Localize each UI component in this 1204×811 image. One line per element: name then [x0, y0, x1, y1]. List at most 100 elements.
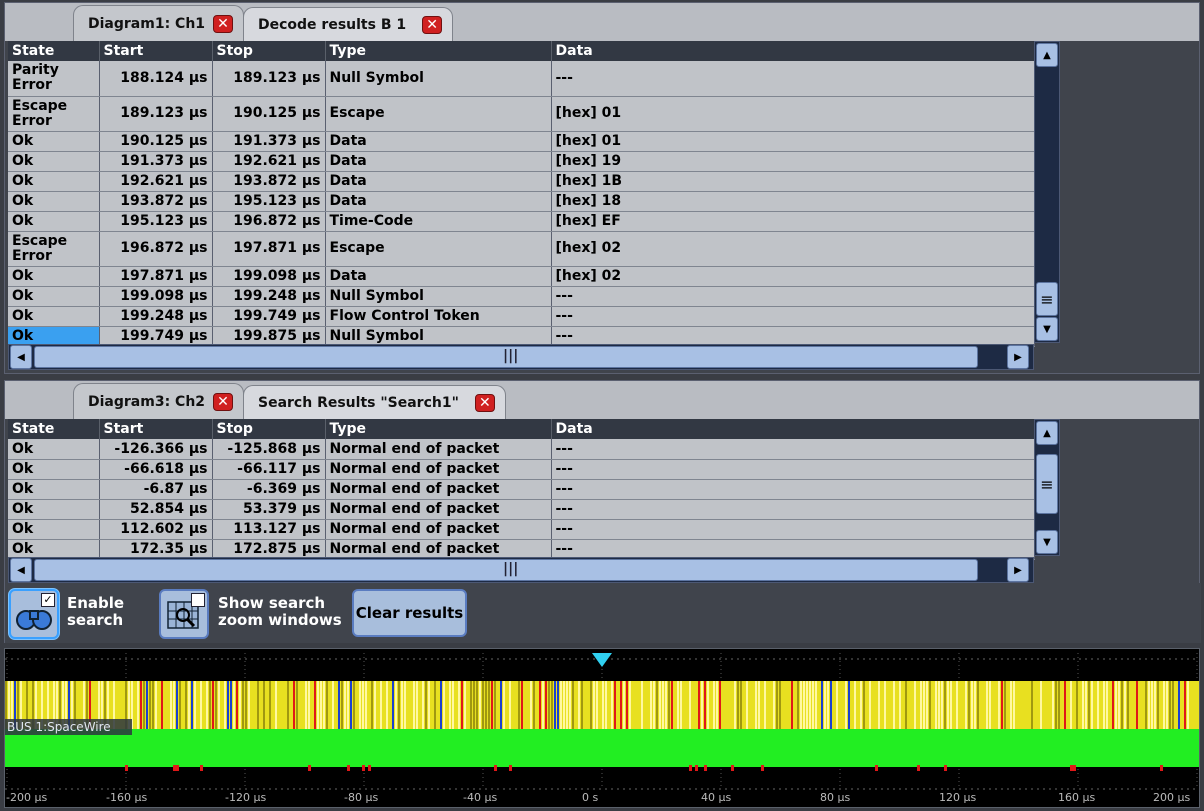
scroll-up-icon[interactable]: ▲: [1036, 43, 1058, 67]
scroll-left-icon[interactable]: ◀: [10, 345, 32, 369]
column-header-data[interactable]: Data: [551, 41, 1035, 61]
close-icon[interactable]: ✕: [213, 14, 234, 33]
time-axis-label: -200 µs: [6, 791, 47, 804]
table-row[interactable]: Ok 193.872 µs 195.123 µs Data [hex] 18: [8, 191, 1035, 212]
scroll-thumb[interactable]: ≡: [1036, 454, 1058, 514]
bus-symbol: [665, 681, 667, 729]
bus-symbol: [476, 681, 478, 729]
search-results-panel: Diagram3: Ch2 ✕ Search Results "Search1"…: [4, 380, 1201, 643]
bus-symbol: [929, 681, 931, 729]
table-row[interactable]: Ok 199.749 µs 199.875 µs Null Symbol ---: [8, 326, 1035, 347]
cell-type: Data: [325, 191, 552, 212]
horizontal-scrollbar[interactable]: ◀ ||| ▶: [8, 557, 1034, 583]
close-icon[interactable]: ✕: [422, 15, 443, 34]
cell-stop: -125.868 µs: [212, 439, 326, 460]
vertical-scrollbar[interactable]: ▲ ≡ ▼: [1034, 41, 1060, 343]
column-header-start[interactable]: Start: [99, 41, 213, 61]
vertical-scrollbar[interactable]: ▲ ≡ ▼: [1034, 419, 1060, 556]
table-row[interactable]: Ok 191.373 µs 192.621 µs Data [hex] 19: [8, 151, 1035, 172]
bus-symbol: [1136, 681, 1138, 729]
bus-symbol: [425, 681, 427, 729]
bus-symbol: [1076, 681, 1078, 729]
cell-start: -126.366 µs: [99, 439, 213, 460]
table-row[interactable]: Ok 192.621 µs 193.872 µs Data [hex] 1B: [8, 171, 1035, 192]
cell-stop: 192.621 µs: [212, 151, 326, 172]
bus-symbol: [1088, 681, 1090, 729]
time-axis-label: -40 µs: [463, 791, 497, 804]
tab-search-results[interactable]: Search Results "Search1" ✕: [243, 385, 506, 419]
table-row[interactable]: Ok 190.125 µs 191.373 µs Data [hex] 01: [8, 131, 1035, 152]
show-zoom-windows-button[interactable]: [159, 589, 209, 639]
cell-state: Ok: [8, 306, 100, 327]
cell-stop: 189.123 µs: [212, 61, 326, 97]
horizontal-scrollbar[interactable]: ◀ ||| ▶: [8, 344, 1034, 370]
bus-symbol: [740, 681, 742, 729]
bus-symbol: [830, 681, 832, 729]
column-header-stop[interactable]: Stop: [212, 41, 326, 61]
enable-search-button[interactable]: ✓: [9, 589, 59, 639]
cell-state: Ok: [8, 266, 100, 287]
table-row[interactable]: Ok 52.854 µs 53.379 µs Normal end of packet…: [8, 499, 1035, 520]
scroll-left-icon[interactable]: ◀: [10, 558, 32, 582]
column-header-state[interactable]: State: [8, 41, 100, 61]
column-header-start[interactable]: Start: [99, 419, 213, 439]
bus-symbol: [605, 681, 607, 729]
bus-symbol: [680, 681, 682, 729]
bus-symbol: [746, 681, 748, 729]
column-header-data[interactable]: Data: [551, 419, 1035, 439]
table-row[interactable]: Ok 199.248 µs 199.749 µs Flow Control Token…: [8, 306, 1035, 327]
bus-symbol: [275, 681, 277, 729]
cell-type: Null Symbol: [325, 326, 552, 347]
scroll-right-icon[interactable]: ▶: [1007, 345, 1029, 369]
waveform-diagram[interactable]: BUS 1:SpaceWire -200 µs -160 µs -120 µs -80…: [4, 648, 1200, 808]
table-row[interactable]: Ok 112.602 µs 113.127 µs Normal end of pack…: [8, 519, 1035, 540]
table-row[interactable]: Ok -6.87 µs -6.369 µs Normal end of packet -…: [8, 479, 1035, 500]
mid-tabbar: Diagram3: Ch2 ✕ Search Results "Search1"…: [5, 381, 1199, 419]
scroll-thumb[interactable]: ≡: [1036, 282, 1058, 316]
column-header-stop[interactable]: Stop: [212, 419, 326, 439]
table-row[interactable]: Ok -126.366 µs -125.868 µs Normal end of pa…: [8, 439, 1035, 460]
scroll-down-icon[interactable]: ▼: [1036, 530, 1058, 554]
close-icon[interactable]: ✕: [213, 392, 234, 411]
cell-start: 199.098 µs: [99, 286, 213, 307]
column-header-state[interactable]: State: [8, 419, 100, 439]
close-icon[interactable]: ✕: [474, 393, 495, 412]
bus-symbol: [209, 681, 211, 729]
bus-symbol: [1055, 681, 1057, 729]
tab-diagram3[interactable]: Diagram3: Ch2 ✕: [73, 383, 245, 419]
table-row[interactable]: Ok 199.098 µs 199.248 µs Null Symbol ---: [8, 286, 1035, 307]
scroll-down-icon[interactable]: ▼: [1036, 317, 1058, 341]
table-row[interactable]: Ok 197.871 µs 199.098 µs Data [hex] 02: [8, 266, 1035, 287]
bus-symbol: [1103, 681, 1105, 729]
bus-symbol: [359, 681, 361, 729]
table-row[interactable]: Escape Error 189.123 µs 190.125 µs Escape [h…: [8, 96, 1035, 132]
scroll-thumb[interactable]: |||: [34, 346, 978, 368]
trigger-marker-icon[interactable]: [592, 653, 612, 667]
table-row[interactable]: Escape Error 196.872 µs 197.871 µs Escape [h…: [8, 231, 1035, 267]
table-row[interactable]: Ok 195.123 µs 196.872 µs Time-Code [hex] EF: [8, 211, 1035, 232]
bus-symbol: [398, 681, 400, 729]
tab-decode-results[interactable]: Decode results B 1 ✕: [243, 7, 454, 41]
bus-symbol: [968, 681, 970, 729]
scroll-thumb[interactable]: |||: [34, 559, 978, 581]
bus-symbol: [893, 681, 895, 729]
bus-symbol: [212, 681, 214, 729]
time-axis-label: 80 µs: [820, 791, 850, 804]
bus-symbol: [344, 681, 346, 729]
tab-diagram1[interactable]: Diagram1: Ch1 ✕: [73, 5, 245, 41]
bus-symbol: [764, 681, 766, 729]
bus-symbol: [449, 681, 451, 729]
column-header-type[interactable]: Type: [325, 419, 552, 439]
table-row[interactable]: Parity Error 188.124 µs 189.123 µs Null Sym…: [8, 61, 1035, 97]
scroll-up-icon[interactable]: ▲: [1036, 421, 1058, 445]
table-row[interactable]: Ok -66.618 µs -66.117 µs Normal end of pack…: [8, 459, 1035, 480]
table-row[interactable]: Ok 172.35 µs 172.875 µs Normal end of packe…: [8, 539, 1035, 560]
scroll-right-icon[interactable]: ▶: [1007, 558, 1029, 582]
clear-results-button[interactable]: Clear results: [352, 589, 467, 637]
cell-type: Flow Control Token: [325, 306, 552, 327]
bus-symbol: [701, 681, 703, 729]
time-axis-label: 0 s: [582, 791, 598, 804]
bus-symbol: [1148, 681, 1150, 729]
column-header-type[interactable]: Type: [325, 41, 552, 61]
bus-symbol: [1004, 681, 1006, 729]
